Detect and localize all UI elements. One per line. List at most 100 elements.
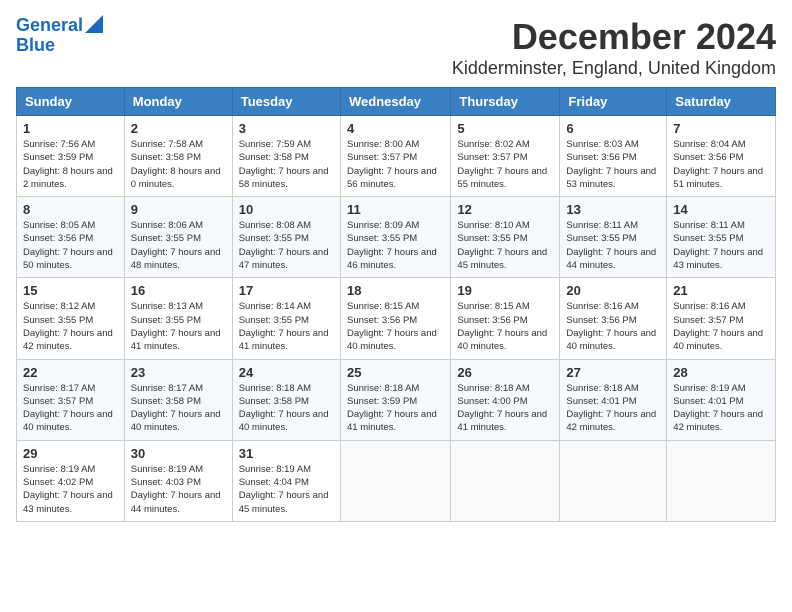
day-number: 8 xyxy=(23,202,118,217)
calendar-cell: 13 Sunrise: 8:11 AMSunset: 3:55 PMDayligh… xyxy=(560,197,667,278)
calendar-cell: 1 Sunrise: 7:56 AMSunset: 3:59 PMDaylight… xyxy=(17,116,125,197)
day-number: 15 xyxy=(23,283,118,298)
calendar-week-row: 8 Sunrise: 8:05 AMSunset: 3:56 PMDaylight… xyxy=(17,197,776,278)
calendar-cell: 4 Sunrise: 8:00 AMSunset: 3:57 PMDaylight… xyxy=(340,116,450,197)
calendar-cell: 3 Sunrise: 7:59 AMSunset: 3:58 PMDaylight… xyxy=(232,116,340,197)
day-info: Sunrise: 8:19 AMSunset: 4:03 PMDaylight:… xyxy=(131,463,226,516)
calendar-week-row: 15 Sunrise: 8:12 AMSunset: 3:55 PMDayligh… xyxy=(17,278,776,359)
day-info: Sunrise: 8:00 AMSunset: 3:57 PMDaylight:… xyxy=(347,138,444,191)
day-number: 29 xyxy=(23,446,118,461)
day-info: Sunrise: 8:14 AMSunset: 3:55 PMDaylight:… xyxy=(239,300,334,353)
day-info: Sunrise: 8:18 AMSunset: 3:59 PMDaylight:… xyxy=(347,382,444,435)
day-info: Sunrise: 8:12 AMSunset: 3:55 PMDaylight:… xyxy=(23,300,118,353)
day-info: Sunrise: 7:58 AMSunset: 3:58 PMDaylight:… xyxy=(131,138,226,191)
calendar-cell: 16 Sunrise: 8:13 AMSunset: 3:55 PMDayligh… xyxy=(124,278,232,359)
day-number: 2 xyxy=(131,121,226,136)
day-number: 28 xyxy=(673,365,769,380)
calendar-cell xyxy=(451,440,560,521)
day-number: 27 xyxy=(566,365,660,380)
calendar-week-row: 29 Sunrise: 8:19 AMSunset: 4:02 PMDayligh… xyxy=(17,440,776,521)
calendar-cell: 6Sunrise: 8:03 AMSunset: 3:56 PMDaylight… xyxy=(560,116,667,197)
day-number: 16 xyxy=(131,283,226,298)
calendar-cell: 15 Sunrise: 8:12 AMSunset: 3:55 PMDayligh… xyxy=(17,278,125,359)
day-info: Sunrise: 8:04 AMSunset: 3:56 PMDaylight:… xyxy=(673,138,769,191)
header-tuesday: Tuesday xyxy=(232,88,340,116)
day-number: 3 xyxy=(239,121,334,136)
header-wednesday: Wednesday xyxy=(340,88,450,116)
logo-arrow-icon xyxy=(85,15,103,33)
day-info: Sunrise: 8:18 AMSunset: 3:58 PMDaylight:… xyxy=(239,382,334,435)
day-number: 18 xyxy=(347,283,444,298)
calendar-cell: 8 Sunrise: 8:05 AMSunset: 3:56 PMDaylight… xyxy=(17,197,125,278)
calendar-cell: 14Sunrise: 8:11 AMSunset: 3:55 PMDayligh… xyxy=(667,197,776,278)
day-info: Sunrise: 8:09 AMSunset: 3:55 PMDaylight:… xyxy=(347,219,444,272)
day-number: 5 xyxy=(457,121,553,136)
day-number: 4 xyxy=(347,121,444,136)
day-number: 11 xyxy=(347,202,444,217)
day-number: 12 xyxy=(457,202,553,217)
calendar-week-row: 22 Sunrise: 8:17 AMSunset: 3:57 PMDayligh… xyxy=(17,359,776,440)
day-info: Sunrise: 8:19 AMSunset: 4:04 PMDaylight:… xyxy=(239,463,334,516)
day-info: Sunrise: 7:59 AMSunset: 3:58 PMDaylight:… xyxy=(239,138,334,191)
logo: General Blue xyxy=(16,16,103,56)
day-number: 1 xyxy=(23,121,118,136)
calendar-week-row: 1 Sunrise: 7:56 AMSunset: 3:59 PMDaylight… xyxy=(17,116,776,197)
page-title: December 2024 xyxy=(452,16,776,58)
calendar-cell xyxy=(340,440,450,521)
page-subtitle: Kidderminster, England, United Kingdom xyxy=(452,58,776,79)
calendar-cell: 28 Sunrise: 8:19 AMSunset: 4:01 PMDayligh… xyxy=(667,359,776,440)
day-number: 31 xyxy=(239,446,334,461)
day-number: 25 xyxy=(347,365,444,380)
day-info: Sunrise: 8:10 AMSunset: 3:55 PMDaylight:… xyxy=(457,219,553,272)
day-info: Sunrise: 8:19 AMSunset: 4:02 PMDaylight:… xyxy=(23,463,118,516)
day-number: 20 xyxy=(566,283,660,298)
calendar-cell: 2 Sunrise: 7:58 AMSunset: 3:58 PMDaylight… xyxy=(124,116,232,197)
day-info: Sunrise: 8:13 AMSunset: 3:55 PMDaylight:… xyxy=(131,300,226,353)
calendar-cell xyxy=(667,440,776,521)
logo-text: General xyxy=(16,16,83,36)
title-block: December 2024 Kidderminster, England, Un… xyxy=(452,16,776,79)
calendar-cell: 10Sunrise: 8:08 AMSunset: 3:55 PMDayligh… xyxy=(232,197,340,278)
day-number: 7 xyxy=(673,121,769,136)
day-number: 19 xyxy=(457,283,553,298)
day-number: 26 xyxy=(457,365,553,380)
header-saturday: Saturday xyxy=(667,88,776,116)
calendar-cell: 9 Sunrise: 8:06 AMSunset: 3:55 PMDaylight… xyxy=(124,197,232,278)
calendar-cell: 25 Sunrise: 8:18 AMSunset: 3:59 PMDayligh… xyxy=(340,359,450,440)
day-info: Sunrise: 8:17 AMSunset: 3:57 PMDaylight:… xyxy=(23,382,118,435)
day-info: Sunrise: 8:18 AMSunset: 4:00 PMDaylight:… xyxy=(457,382,553,435)
header-friday: Friday xyxy=(560,88,667,116)
day-number: 9 xyxy=(131,202,226,217)
day-info: Sunrise: 8:17 AMSunset: 3:58 PMDaylight:… xyxy=(131,382,226,435)
day-number: 22 xyxy=(23,365,118,380)
calendar-cell: 26 Sunrise: 8:18 AMSunset: 4:00 PMDayligh… xyxy=(451,359,560,440)
day-info: Sunrise: 8:11 AMSunset: 3:55 PMDaylight:… xyxy=(566,219,660,272)
header-thursday: Thursday xyxy=(451,88,560,116)
calendar-cell: 18 Sunrise: 8:15 AMSunset: 3:56 PMDayligh… xyxy=(340,278,450,359)
day-info: Sunrise: 8:15 AMSunset: 3:56 PMDaylight:… xyxy=(457,300,553,353)
day-info: Sunrise: 8:16 AMSunset: 3:56 PMDaylight:… xyxy=(566,300,660,353)
calendar-cell: 20 Sunrise: 8:16 AMSunset: 3:56 PMDayligh… xyxy=(560,278,667,359)
day-info: Sunrise: 8:06 AMSunset: 3:55 PMDaylight:… xyxy=(131,219,226,272)
day-info: Sunrise: 7:56 AMSunset: 3:59 PMDaylight:… xyxy=(23,138,118,191)
day-info: Sunrise: 8:16 AMSunset: 3:57 PMDaylight:… xyxy=(673,300,769,353)
day-number: 21 xyxy=(673,283,769,298)
calendar-cell: 29 Sunrise: 8:19 AMSunset: 4:02 PMDayligh… xyxy=(17,440,125,521)
logo-text2: Blue xyxy=(16,36,55,56)
calendar-cell: 30 Sunrise: 8:19 AMSunset: 4:03 PMDayligh… xyxy=(124,440,232,521)
day-info: Sunrise: 8:05 AMSunset: 3:56 PMDaylight:… xyxy=(23,219,118,272)
day-number: 10 xyxy=(239,202,334,217)
calendar-cell: 17Sunrise: 8:14 AMSunset: 3:55 PMDayligh… xyxy=(232,278,340,359)
day-number: 30 xyxy=(131,446,226,461)
day-number: 13 xyxy=(566,202,660,217)
calendar-cell: 5 Sunrise: 8:02 AMSunset: 3:57 PMDaylight… xyxy=(451,116,560,197)
calendar-cell: 12 Sunrise: 8:10 AMSunset: 3:55 PMDayligh… xyxy=(451,197,560,278)
day-info: Sunrise: 8:19 AMSunset: 4:01 PMDaylight:… xyxy=(673,382,769,435)
day-info: Sunrise: 8:15 AMSunset: 3:56 PMDaylight:… xyxy=(347,300,444,353)
calendar-cell: 23 Sunrise: 8:17 AMSunset: 3:58 PMDayligh… xyxy=(124,359,232,440)
calendar-cell: 24Sunrise: 8:18 AMSunset: 3:58 PMDayligh… xyxy=(232,359,340,440)
calendar-cell: 19 Sunrise: 8:15 AMSunset: 3:56 PMDayligh… xyxy=(451,278,560,359)
day-info: Sunrise: 8:11 AMSunset: 3:55 PMDaylight:… xyxy=(673,219,769,272)
day-info: Sunrise: 8:02 AMSunset: 3:57 PMDaylight:… xyxy=(457,138,553,191)
day-number: 23 xyxy=(131,365,226,380)
